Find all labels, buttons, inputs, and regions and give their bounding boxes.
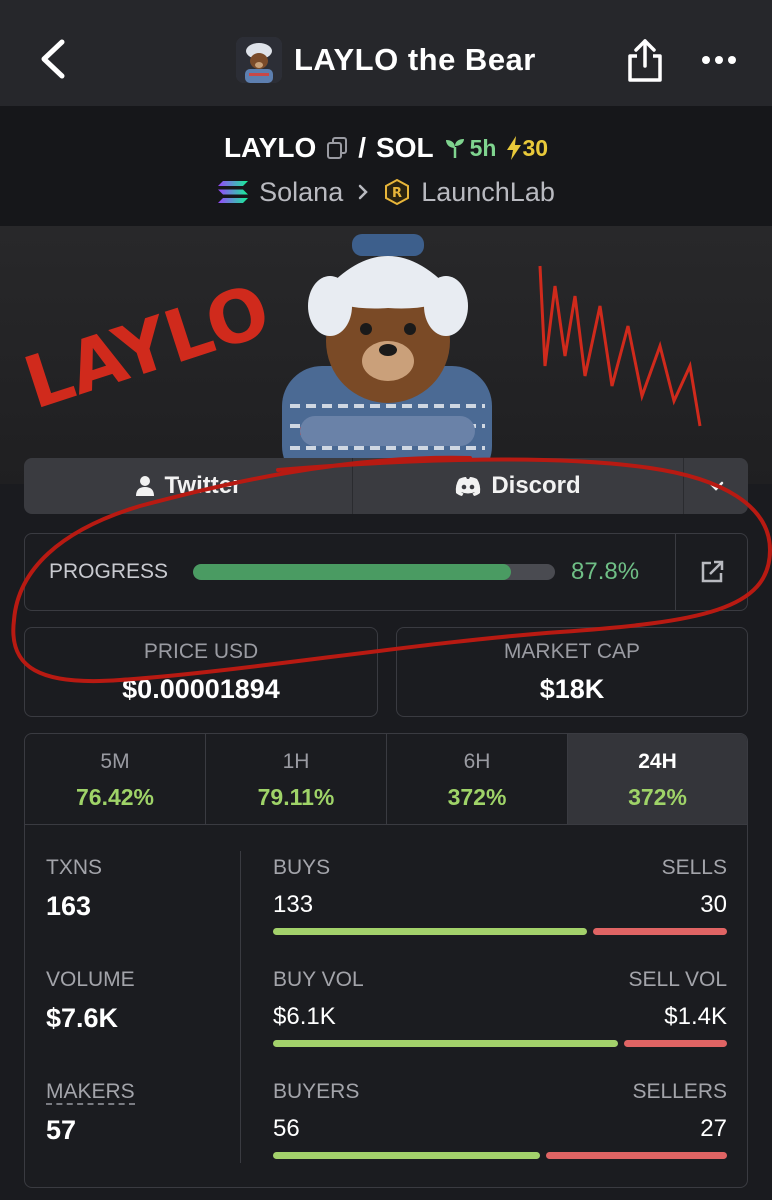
pair-age-value: 5h [469,134,497,161]
market-cap-label: MARKET CAP [503,640,641,663]
page-title: LAYLO the Bear [294,42,536,77]
svg-text:R: R [392,186,402,201]
tab-1h-label: 1H [282,750,310,773]
chain-line: Solana R LaunchLab [0,170,772,214]
chain-name[interactable]: Solana [259,177,343,208]
more-links-dropdown[interactable] [684,458,748,514]
boost-count: 30 [522,134,549,161]
sells-label: SELLS [661,856,727,879]
user-icon [135,476,154,496]
open-external-button[interactable] [675,534,748,610]
sells-bar [593,928,727,935]
buys-bar [273,928,587,935]
bonding-progress: PROGRESS 87.8% [24,533,748,611]
discord-label: Discord [491,472,581,499]
buys-value: 133 [273,891,314,918]
external-link-icon [701,560,724,583]
solana-icon [218,181,249,203]
buys-label: BUYS [273,856,331,879]
buyers-bar [273,1152,540,1159]
tab-5m-change: 76.42% [75,784,154,810]
progress-label: PROGRESS [49,560,169,583]
social-links: Twitter Discord [24,458,748,514]
makers-value: 57 [46,1115,77,1145]
twitter-label: Twitter [164,472,242,499]
price-usd-card: PRICE USD $0.00001894 [24,627,378,717]
share-icon[interactable] [622,34,668,84]
tab-5m[interactable]: 5M 76.42% [25,734,206,826]
pair-separator: / [358,132,367,163]
sell-vol-value: $1.4K [664,1003,727,1030]
tab-24h[interactable]: 24H 372% [568,734,747,826]
buyers-value: 56 [273,1115,300,1142]
sells-value: 30 [700,891,727,918]
tab-1h-change: 79.11% [257,784,335,810]
boost-badge: 30 [506,135,548,162]
tab-6h-label: 6H [463,750,491,773]
sell-vol-bar [624,1040,727,1047]
market-cap-value: $18K [539,674,605,704]
lightning-icon [507,136,522,160]
buyers-label: BUYERS [273,1080,360,1103]
tab-1h[interactable]: 1H 79.11% [206,734,387,826]
buy-vol-bar [273,1040,618,1047]
token-banner: LAYLO [0,226,772,484]
sellers-label: SELLERS [632,1080,727,1103]
makers-label[interactable]: MAKERS [46,1080,135,1105]
sell-vol-label: SELL VOL [628,968,727,991]
stats-divider [240,851,241,1163]
launchpad-name[interactable]: LaunchLab [421,177,555,208]
tab-24h-label: 24H [638,750,677,773]
tab-5m-label: 5M [100,750,130,773]
tab-24h-change: 372% [628,784,687,810]
token-avatar [236,37,282,83]
discord-icon [456,477,481,496]
progress-value: 87.8% [571,558,640,585]
market-cap-card: MARKET CAP $18K [396,627,748,717]
base-symbol: LAYLO [223,132,317,163]
makers-label-wrap: MAKERS [46,1080,135,1105]
tab-6h[interactable]: 6H 372% [387,734,568,826]
chevron-right-icon [358,184,368,200]
price-usd-label: PRICE USD [143,640,259,663]
progress-bar [193,564,555,580]
top-bar: LAYLO the Bear [0,0,772,106]
trade-stats: TXNS 163 VOLUME $7.6K MAKERS 57 BUYS SEL… [24,824,748,1188]
pair-age: 5h [444,134,497,162]
discord-link[interactable]: Discord [353,458,684,514]
sprout-icon [445,139,464,158]
banner-logo-text: LAYLO [14,268,279,426]
buy-vol-value: $6.1K [273,1003,336,1030]
tab-6h-change: 372% [447,784,507,810]
banner-chart-line [538,265,702,427]
more-icon[interactable] [700,50,740,70]
twitter-link[interactable]: Twitter [24,458,353,514]
sellers-bar [546,1152,727,1159]
chevron-left-icon[interactable] [34,34,74,84]
token-title: LAYLO the Bear [236,36,536,84]
price-usd-value: $0.00001894 [122,674,280,704]
bear-illustration [282,234,492,484]
chevron-down-icon [708,481,724,491]
buy-vol-label: BUY VOL [273,968,364,991]
quote-symbol: SOL [376,132,434,163]
pair-bar: LAYLO / SOL 5h 30 Solana R LaunchLab [0,106,772,226]
txns-value: 163 [46,891,92,921]
sellers-value: 27 [700,1115,727,1142]
launchlab-icon: R [385,178,410,206]
progress-fill [193,564,511,580]
pair-line: LAYLO / SOL 5h 30 [0,126,772,170]
timeframe-tabs: 5M 76.42% 1H 79.11% 6H 372% 24H 372% [24,733,748,826]
txns-label: TXNS [46,856,103,879]
volume-label: VOLUME [46,968,135,991]
copy-icon[interactable] [326,136,348,160]
volume-value: $7.6K [46,1003,119,1033]
